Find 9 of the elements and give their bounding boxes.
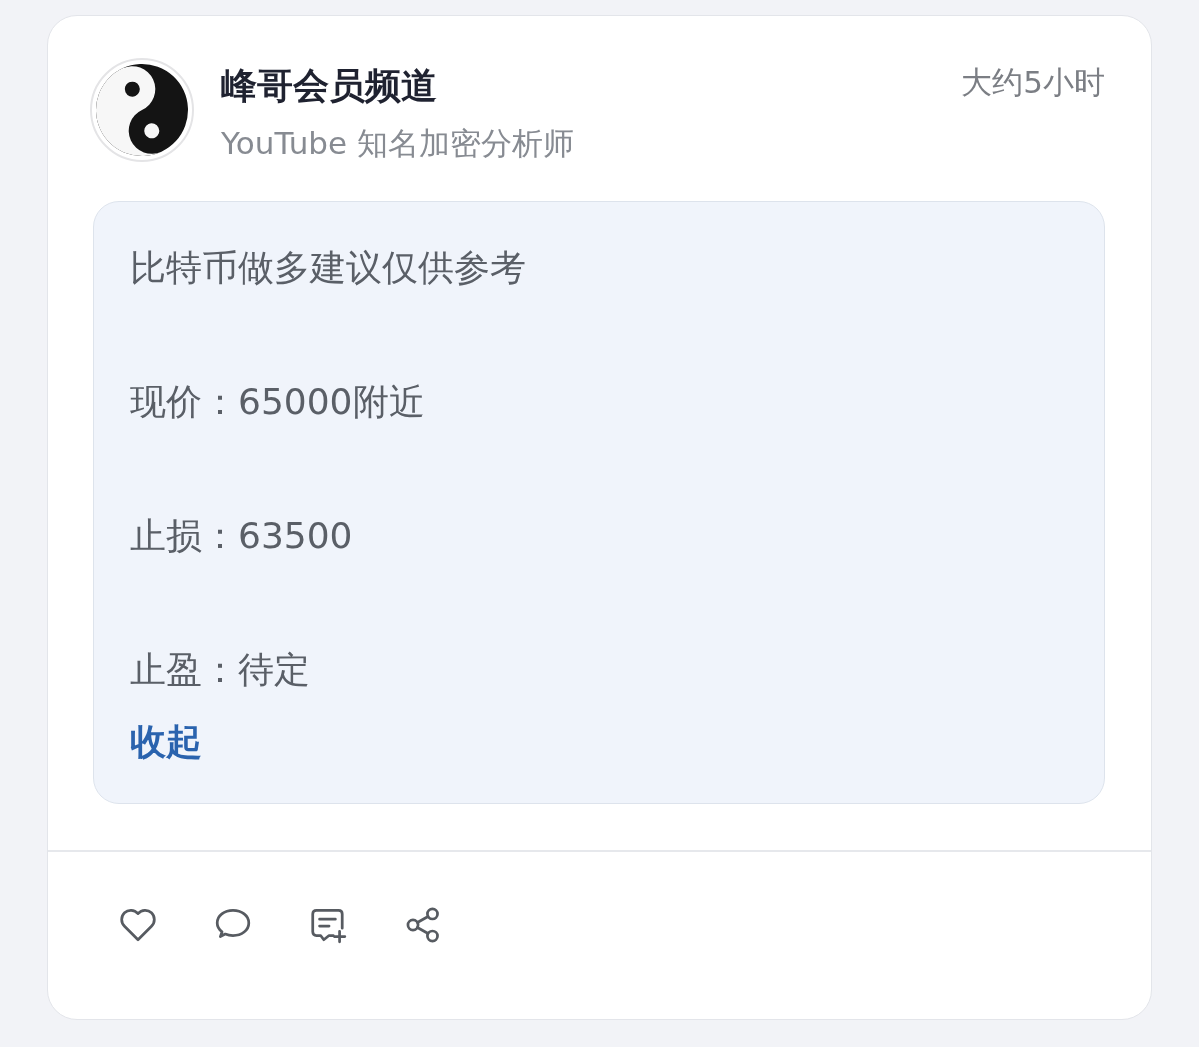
- channel-description: YouTube 知名加密分析师: [221, 124, 574, 163]
- post-text: 比特币做多建议仅供参考: [130, 246, 526, 290]
- post-text: 止损：63500: [130, 514, 353, 558]
- post-text: 止盈：待定: [130, 648, 310, 692]
- yin-yang-avatar-icon: [90, 58, 194, 162]
- channel-name: 峰哥会员频道: [221, 64, 437, 108]
- post-time: 大约5小时: [961, 63, 1105, 102]
- collapse-link[interactable]: 收起: [130, 708, 202, 775]
- post-text: 现价：65000附近: [130, 380, 425, 424]
